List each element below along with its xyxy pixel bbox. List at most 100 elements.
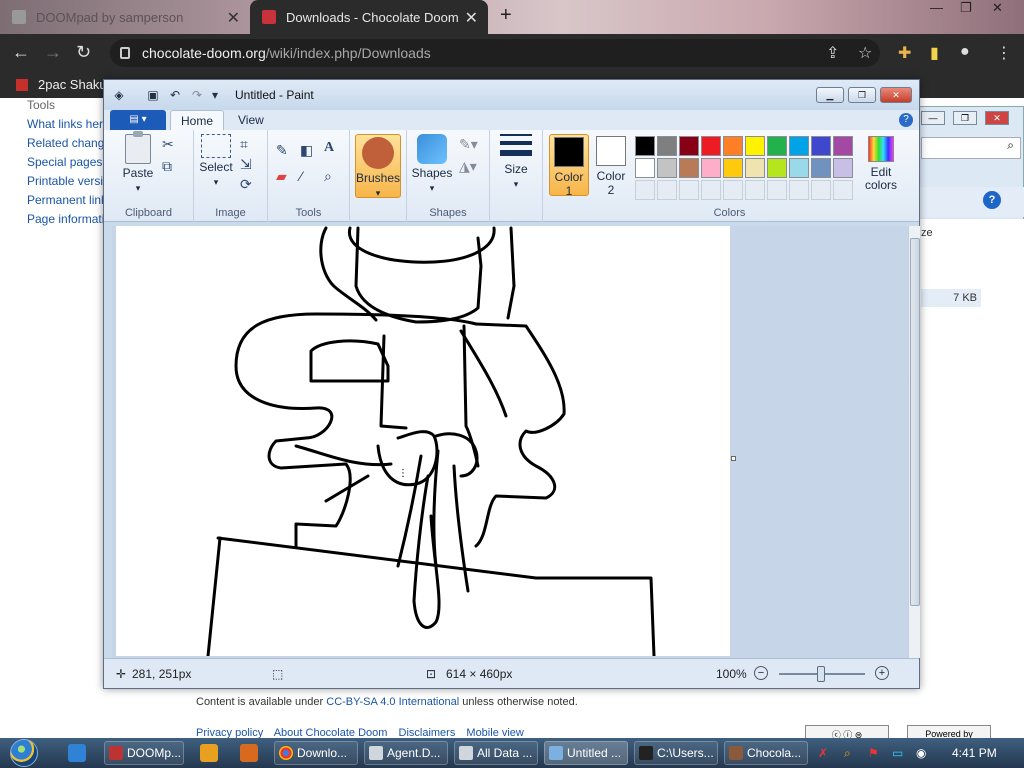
palette-swatch[interactable] [723,136,743,156]
custom-color-slot[interactable] [833,180,853,200]
palette-swatch[interactable] [679,158,699,178]
palette-swatch[interactable] [657,158,677,178]
explorer-minimize-icon[interactable]: — [921,111,945,125]
palette-swatch[interactable] [679,136,699,156]
pencil-icon[interactable]: ✎ [276,142,288,159]
restore-icon[interactable]: ❐ [960,0,972,16]
tray-flag-icon[interactable]: ⚑ [868,746,879,760]
taskbar-item-doompad[interactable]: DOOMp... [104,741,184,765]
close-tab-icon[interactable]: ✕ [227,8,240,28]
color2-button[interactable]: Color 2 [591,134,631,197]
color-picker-icon[interactable]: ⁄ [300,168,302,184]
text-tool-icon[interactable]: A [324,140,334,156]
color1-button[interactable]: Color 1 [549,134,589,198]
paint-maximize-icon[interactable]: ❐ [848,87,876,103]
custom-color-slot[interactable] [657,180,677,200]
back-icon[interactable]: ← [12,42,30,63]
browser-tab-downloads[interactable]: Downloads - Chocolate Doom ✕ [250,0,488,34]
paste-button[interactable]: Paste ▾ [118,131,158,194]
minimize-icon[interactable]: — [930,0,943,15]
menu-kebab-icon[interactable]: ⋮ [996,43,1012,63]
taskbar-item-agent[interactable]: Agent.D... [364,741,448,765]
custom-color-slot[interactable] [635,180,655,200]
size-button[interactable]: Size ▾ [496,134,536,190]
redo-icon[interactable]: ↷ [190,88,204,102]
column-header-size[interactable]: ze [921,227,933,239]
tray-monitor-icon[interactable]: ▭ [892,746,903,760]
paint-menu-button[interactable]: ▤ ▾ [110,110,166,130]
palette-swatch[interactable] [635,136,655,156]
custom-color-slot[interactable] [701,180,721,200]
fill-bucket-icon[interactable]: ◧ [300,142,313,159]
new-tab-icon[interactable]: + [500,4,512,27]
tray-tool-icon[interactable]: ✗ [818,746,828,760]
tab-view[interactable]: View [228,110,274,130]
media-player-icon[interactable] [200,744,218,762]
share-icon[interactable]: ⇪ [826,43,839,63]
rotate-icon[interactable]: ⟳ [240,176,252,193]
custom-color-slot[interactable] [789,180,809,200]
taskbar-item-7zip[interactable]: C:\Users... [634,741,718,765]
address-bar[interactable]: chocolate-doom.org/wiki/index.php/Downlo… [110,39,880,67]
shapes-button[interactable]: Shapes ▾ [411,134,453,194]
fill-icon[interactable]: ◮▾ [459,158,477,175]
forward-icon[interactable]: → [44,42,62,63]
extensions-puzzle-icon[interactable]: ✚ [898,43,911,63]
edit-colors-button[interactable]: Edit colors [859,136,903,192]
custom-color-slot[interactable] [811,180,831,200]
custom-color-slot[interactable] [679,180,699,200]
palette-swatch[interactable] [789,136,809,156]
tray-volume-icon[interactable]: ◉ [916,746,926,760]
license-link[interactable]: CC-BY-SA 4.0 International [326,696,459,708]
paint-close-icon[interactable]: ✕ [880,87,912,103]
magnifier-icon[interactable]: ⌕ [324,168,332,185]
palette-swatch[interactable] [745,158,765,178]
zoom-slider[interactable] [779,666,865,682]
start-button[interactable] [4,738,44,768]
palette-swatch[interactable] [701,136,721,156]
ie-icon[interactable] [68,744,86,762]
taskbar-item-paint[interactable]: Untitled ... [544,741,628,765]
palette-swatch[interactable] [833,158,853,178]
undo-icon[interactable]: ↶ [168,88,182,102]
palette-swatch[interactable] [767,158,787,178]
bookmark-star-icon[interactable]: ☆ [858,43,872,63]
palette-swatch[interactable] [767,136,787,156]
custom-color-slot[interactable] [767,180,787,200]
taskbar-clock[interactable]: 4:41 PM [952,746,997,760]
taskbar-item-chocolate-doom[interactable]: Chocola... [724,741,808,765]
palette-swatch[interactable] [723,158,743,178]
browser-tab-doompad[interactable]: DOOMpad by samperson ✕ [0,0,250,34]
palette-swatch[interactable] [745,136,765,156]
explorer-help-icon[interactable]: ? [983,191,1001,209]
scrollbar-thumb[interactable] [910,238,920,606]
customize-quick-access-icon[interactable]: ▾ [208,88,222,102]
custom-color-slot[interactable] [723,180,743,200]
palette-swatch[interactable] [833,136,853,156]
outline-icon[interactable]: ✎▾ [459,136,478,153]
explorer-search-icon[interactable]: ⌕ [921,137,1021,159]
paint-app-icon[interactable]: ◈ [112,88,126,102]
cut-icon[interactable]: ✂ [162,136,174,153]
close-tab-icon[interactable]: ✕ [465,8,478,28]
select-button[interactable]: Select ▾ [196,134,236,188]
resize-icon[interactable]: ⇲ [240,156,252,173]
zoom-in-icon[interactable]: + [875,666,889,680]
eraser-icon[interactable]: ▰ [276,168,287,185]
canvas-resize-handle[interactable] [731,456,736,461]
explorer-close-icon[interactable]: ✕ [985,111,1009,125]
zoom-slider-knob[interactable] [817,666,825,682]
profile-avatar-icon[interactable]: ● [960,43,970,61]
save-icon[interactable]: ▣ [146,88,160,102]
palette-swatch[interactable] [635,158,655,178]
drawing-canvas[interactable]: ⋮ [116,226,730,656]
tab-home[interactable]: Home [170,110,225,130]
brushes-button[interactable]: Brushes ▾ [355,134,401,198]
zoom-out-icon[interactable]: − [754,666,768,680]
tray-search-icon[interactable]: ⌕ [844,746,851,761]
reload-icon[interactable]: ↻ [76,42,91,63]
help-icon[interactable]: ? [899,113,913,127]
copy-icon[interactable]: ⧉ [162,158,172,175]
explorer-maximize-icon[interactable]: ❐ [953,111,977,125]
palette-swatch[interactable] [701,158,721,178]
